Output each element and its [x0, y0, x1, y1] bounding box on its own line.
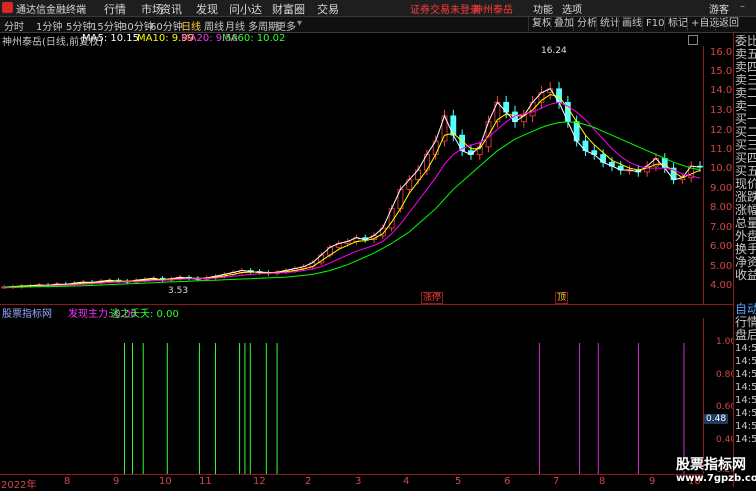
- period-day[interactable]: 日线: [181, 18, 201, 33]
- tick-time: 14:50: [735, 395, 756, 406]
- ma-line-ma20: [3, 101, 701, 289]
- tick-time: 14:50: [735, 434, 756, 445]
- tick-time: 14:50: [735, 408, 756, 419]
- price-axis: 16.00 15.00 14.00 13.00 12.00 11.00 10.0…: [703, 46, 739, 304]
- period-week[interactable]: 周线: [204, 18, 224, 33]
- period-15min[interactable]: 15分钟: [91, 18, 124, 33]
- period-5min[interactable]: 5分钟: [66, 18, 92, 33]
- date-tick: 4: [403, 476, 410, 487]
- ma5-label: MA5: 10.15: [82, 33, 140, 44]
- period-multi[interactable]: 多周期: [248, 18, 278, 33]
- period-fenshi[interactable]: 分时: [4, 18, 24, 33]
- chevron-down-icon[interactable]: ▾: [297, 18, 302, 29]
- panel-panhou[interactable]: 盘后: [735, 329, 756, 342]
- guest-label[interactable]: 游客: [709, 1, 729, 16]
- menu-wenxiaoda[interactable]: 问小达: [229, 1, 262, 17]
- zhangting-marker[interactable]: 涨停: [421, 292, 444, 304]
- watermark-url: www.7gpzb.com: [676, 473, 756, 484]
- chart-settings-icon[interactable]: [688, 35, 698, 45]
- period-30min[interactable]: 30分钟: [121, 18, 154, 33]
- period-1min[interactable]: 1分钟: [36, 18, 62, 33]
- date-tick: 2: [305, 476, 312, 487]
- login-warning[interactable]: 证券交易未登录: [410, 1, 480, 16]
- watermark: 股票指标网 www.7gpzb.com: [676, 458, 756, 487]
- huaxian-button[interactable]: 画线: [618, 17, 645, 31]
- menu-bar: 通达信金融终端 行情 市场 资讯 发现 问小达 财富圈 交易 证券交易未登录 神…: [0, 0, 756, 17]
- date-axis: 2022年 8 9 10 11 12 2 3 4 5 6 7 8 9 10: [0, 474, 703, 491]
- period-month[interactable]: 月线: [225, 18, 245, 33]
- date-tick: 5: [455, 476, 462, 487]
- menu-caifuquan[interactable]: 财富圈: [272, 1, 305, 17]
- menu-zixun[interactable]: 资讯: [160, 1, 182, 17]
- date-tick: 2022年: [1, 480, 37, 491]
- panel-eps: 收益: [735, 268, 756, 282]
- date-tick: 8: [599, 476, 606, 487]
- watermark-title: 股票指标网: [676, 457, 746, 473]
- current-value-badge: 0.48: [704, 414, 729, 424]
- tick-time: 14:50: [735, 343, 756, 354]
- price-tick: 7.00: [710, 222, 733, 233]
- indicator-chart: [123, 343, 685, 474]
- menu-jiaoyi[interactable]: 交易: [317, 1, 339, 17]
- date-tick: 6: [504, 476, 511, 487]
- ma-info-line: 神州泰岳(日线,前复权) MA5: 10.15 MA10: 9.99 MA20:…: [0, 33, 700, 48]
- minimize-icon[interactable]: –: [740, 1, 745, 12]
- app-logo-icon: [2, 2, 13, 13]
- date-tick: 9: [113, 476, 120, 487]
- app-title: 通达信金融终端: [16, 5, 86, 16]
- date-tick: 10: [159, 476, 172, 487]
- date-tick: 11: [199, 476, 212, 487]
- ma-line-ma10: [3, 94, 701, 288]
- price-tick: 4.00: [710, 280, 733, 291]
- menu-gongneng[interactable]: 功能: [533, 1, 553, 16]
- tick-time: 14:50: [735, 356, 756, 367]
- low-price-label: 3.53: [168, 286, 189, 296]
- tick-time: 14:50: [735, 369, 756, 380]
- price-tick: 6.00: [710, 241, 733, 252]
- back-button[interactable]: 返回: [715, 17, 742, 31]
- period-toolbar: 分时 1分钟 5分钟 15分钟 30分钟 60分钟 日线 周线 月线 多周期 更…: [0, 17, 756, 33]
- date-tick: 7: [553, 476, 560, 487]
- kline-chart: [1, 81, 703, 289]
- quote-side-panel: 委比 卖五 卖四 卖三 卖二 卖一 买一 买二 买三 买四 买五 现价 涨跌 涨…: [733, 33, 756, 487]
- ma-line-ma5: [3, 88, 701, 288]
- tick-time: 14:50: [735, 421, 756, 432]
- menu-faxian[interactable]: 发现: [196, 1, 218, 17]
- tick-time: 14:50: [735, 382, 756, 393]
- price-tick: 8.00: [710, 202, 733, 213]
- broker-name: 神州泰岳: [473, 5, 513, 16]
- menu-hangqing[interactable]: 行情: [104, 1, 126, 17]
- period-60min[interactable]: 60分钟: [150, 18, 183, 33]
- ma60-label: MA60: 10.02: [222, 33, 286, 44]
- price-tick: 9.00: [710, 183, 733, 194]
- menu-xuanxiang[interactable]: 选项: [562, 1, 582, 16]
- date-tick: 3: [355, 476, 362, 487]
- top-marker[interactable]: 顶: [555, 292, 569, 304]
- date-tick: 9: [649, 476, 656, 487]
- indicator-axis: 1.00 0.80 0.60 0.48 0.40 0.20: [703, 318, 736, 475]
- period-more[interactable]: 更多: [276, 18, 296, 33]
- indicator-info-line: 股票指标网 发现主力: 0.00 逃之夭夭: 0.00: [0, 305, 700, 320]
- price-tick: 5.00: [710, 261, 733, 272]
- high-price-label: 16.24: [541, 46, 567, 56]
- date-tick: 8: [64, 476, 71, 487]
- date-tick: 12: [253, 476, 266, 487]
